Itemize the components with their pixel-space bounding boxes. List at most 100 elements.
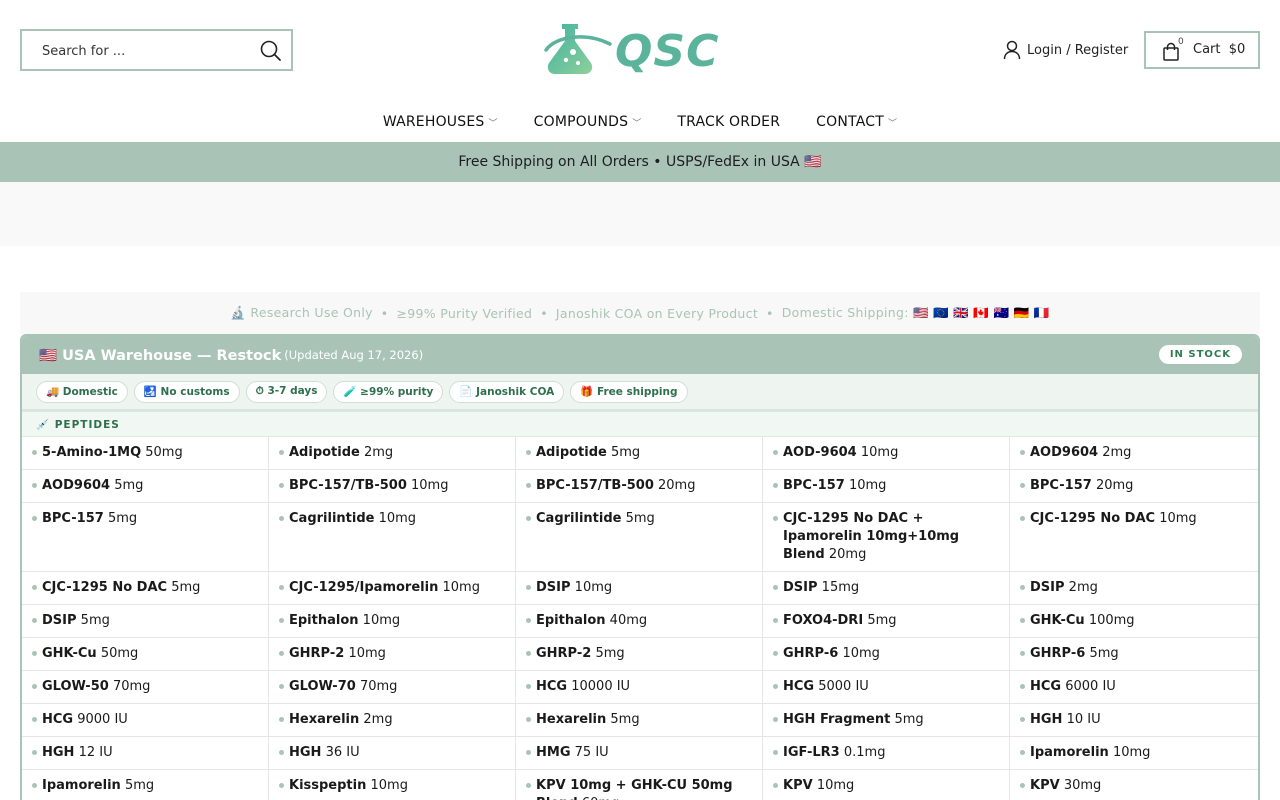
product-dose: 10mg bbox=[848, 478, 887, 493]
product-item[interactable]: Cagrilintide 5mg bbox=[516, 503, 763, 572]
product-name: KPV bbox=[783, 778, 813, 793]
logo-text: QSC bbox=[615, 26, 720, 77]
product-item[interactable]: AOD9604 5mg bbox=[22, 470, 269, 503]
product-item[interactable]: Hexarelin 2mg bbox=[269, 704, 516, 737]
product-name: BPC-157/TB-500 bbox=[536, 478, 654, 493]
product-item[interactable]: Ipamorelin 5mg bbox=[22, 770, 269, 800]
product-item[interactable]: HCG 6000 IU bbox=[1010, 671, 1258, 704]
product-item[interactable]: DSIP 2mg bbox=[1010, 572, 1258, 605]
product-item[interactable]: DSIP 15mg bbox=[763, 572, 1010, 605]
product-dose: 5mg bbox=[114, 478, 144, 493]
product-item[interactable]: GHRP-2 5mg bbox=[516, 638, 763, 671]
product-item[interactable]: GHRP-2 10mg bbox=[269, 638, 516, 671]
product-grid: 5-Amino-1MQ 50mg Adipotide 2mg Adipotide 5… bbox=[22, 437, 1258, 800]
feature-chip: 🎁 Free shipping bbox=[570, 380, 688, 403]
product-name: CJC-1295 No DAC bbox=[1030, 511, 1156, 526]
separator: • bbox=[540, 305, 548, 321]
product-item[interactable]: Kisspeptin 10mg bbox=[269, 770, 516, 800]
product-item[interactable]: CJC-1295 No DAC + Ipamorelin 10mg+10mg B… bbox=[763, 503, 1010, 572]
nav-label: COMPOUNDS bbox=[533, 114, 629, 130]
product-item[interactable]: HCG 10000 IU bbox=[516, 671, 763, 704]
product-item[interactable]: Ipamorelin 10mg bbox=[1010, 737, 1258, 770]
product-item[interactable]: DSIP 5mg bbox=[22, 605, 269, 638]
product-item[interactable]: GHRP-6 5mg bbox=[1010, 638, 1258, 671]
nav-item-contact[interactable]: CONTACT ﹀ bbox=[798, 103, 915, 141]
product-name: IGF-LR3 bbox=[783, 745, 840, 760]
product-name: DSIP bbox=[42, 613, 77, 628]
product-dose: 10mg bbox=[1112, 745, 1151, 760]
product-item[interactable]: Adipotide 5mg bbox=[516, 437, 763, 470]
product-dose: 5mg bbox=[80, 613, 110, 628]
warehouse-updated: (Updated Aug 17, 2026) bbox=[284, 348, 424, 362]
product-item[interactable]: BPC-157 5mg bbox=[22, 503, 269, 572]
product-item[interactable]: GHK-Cu 100mg bbox=[1010, 605, 1258, 638]
product-item[interactable]: CJC-1295 No DAC 10mg bbox=[1010, 503, 1258, 572]
product-dose: 75 IU bbox=[574, 745, 609, 760]
product-name: BPC-157/TB-500 bbox=[289, 478, 407, 493]
product-item[interactable]: Epithalon 10mg bbox=[269, 605, 516, 638]
product-item[interactable]: KPV 30mg bbox=[1010, 770, 1258, 800]
nav-item-warehouses[interactable]: WAREHOUSES ﹀ bbox=[365, 103, 516, 141]
product-item[interactable]: CJC-1295 No DAC 5mg bbox=[22, 572, 269, 605]
product-dose: 70mg bbox=[359, 679, 398, 694]
product-item[interactable]: HGH 10 IU bbox=[1010, 704, 1258, 737]
product-dose: 12 IU bbox=[78, 745, 113, 760]
product-item[interactable]: AOD-9604 10mg bbox=[763, 437, 1010, 470]
search-icon[interactable] bbox=[259, 39, 283, 63]
product-item[interactable]: KPV 10mg bbox=[763, 770, 1010, 800]
product-item[interactable]: Hexarelin 5mg bbox=[516, 704, 763, 737]
product-item[interactable]: BPC-157/TB-500 20mg bbox=[516, 470, 763, 503]
product-item[interactable]: KPV 10mg + GHK-CU 50mg Blend 60mg bbox=[516, 770, 763, 800]
product-dose: 5mg bbox=[625, 511, 655, 526]
site-logo[interactable]: QSC bbox=[540, 20, 740, 80]
nav-item-track-order[interactable]: TRACK ORDER bbox=[659, 103, 798, 141]
search-input[interactable] bbox=[42, 41, 252, 61]
nav-label: TRACK ORDER bbox=[677, 114, 781, 130]
cart-total: $0 bbox=[1228, 42, 1246, 57]
feature-chip: 🛃 No customs bbox=[133, 380, 240, 403]
feature-chip: ⏱ 3-7 days bbox=[245, 380, 328, 403]
product-item[interactable]: HGH Fragment 5mg bbox=[763, 704, 1010, 737]
flask-logo-icon bbox=[544, 24, 612, 74]
product-dose: 15mg bbox=[821, 580, 860, 595]
product-item[interactable]: HGH 36 IU bbox=[269, 737, 516, 770]
separator: • bbox=[380, 305, 389, 321]
product-dose: 5mg bbox=[611, 445, 641, 460]
product-item[interactable]: BPC-157 20mg bbox=[1010, 470, 1258, 503]
product-item[interactable]: HGH 12 IU bbox=[22, 737, 269, 770]
product-item[interactable]: IGF-LR3 0.1mg bbox=[763, 737, 1010, 770]
product-item[interactable]: HMG 75 IU bbox=[516, 737, 763, 770]
product-item[interactable]: GLOW-50 70mg bbox=[22, 671, 269, 704]
feature-chip: 🚚 Domestic bbox=[36, 380, 128, 403]
product-item[interactable]: HCG 5000 IU bbox=[763, 671, 1010, 704]
hero-placeholder bbox=[0, 182, 1280, 246]
product-dose: 36 IU bbox=[325, 745, 360, 760]
product-item[interactable]: GHRP-6 10mg bbox=[763, 638, 1010, 671]
product-item[interactable]: Cagrilintide 10mg bbox=[269, 503, 516, 572]
product-name: Epithalon bbox=[536, 613, 606, 628]
product-name: CJC-1295 No DAC + Ipamorelin 10mg+10mg B… bbox=[783, 511, 960, 562]
product-item[interactable]: FOXO4-DRI 5mg bbox=[763, 605, 1010, 638]
product-item[interactable]: AOD9604 2mg bbox=[1010, 437, 1258, 470]
announcement-bar: Free Shipping on All Orders • USPS/FedEx… bbox=[0, 142, 1280, 182]
product-item[interactable]: HCG 9000 IU bbox=[22, 704, 269, 737]
product-dose: 5mg bbox=[867, 613, 897, 628]
login-register-link[interactable]: Login / Register bbox=[1003, 39, 1128, 61]
product-item[interactable]: 5-Amino-1MQ 50mg bbox=[22, 437, 269, 470]
trust-item: 🔬 Research Use Only bbox=[230, 305, 373, 320]
product-item[interactable]: Epithalon 40mg bbox=[516, 605, 763, 638]
product-item[interactable]: BPC-157/TB-500 10mg bbox=[269, 470, 516, 503]
product-item[interactable]: GLOW-70 70mg bbox=[269, 671, 516, 704]
product-item[interactable]: DSIP 10mg bbox=[516, 572, 763, 605]
product-name: FOXO4-DRI bbox=[783, 613, 864, 628]
product-item[interactable]: CJC-1295/Ipamorelin 10mg bbox=[269, 572, 516, 605]
product-item[interactable]: BPC-157 10mg bbox=[763, 470, 1010, 503]
cart-button[interactable]: 0 Cart $0 bbox=[1144, 31, 1260, 69]
nav-item-compounds[interactable]: COMPOUNDS ﹀ bbox=[516, 103, 660, 141]
product-name: GHRP-2 bbox=[536, 646, 592, 661]
product-item[interactable]: Adipotide 2mg bbox=[269, 437, 516, 470]
product-name: GHK-Cu bbox=[1030, 613, 1085, 628]
product-dose: 40mg bbox=[609, 613, 648, 628]
product-dose: 10mg bbox=[574, 580, 613, 595]
product-item[interactable]: GHK-Cu 50mg bbox=[22, 638, 269, 671]
